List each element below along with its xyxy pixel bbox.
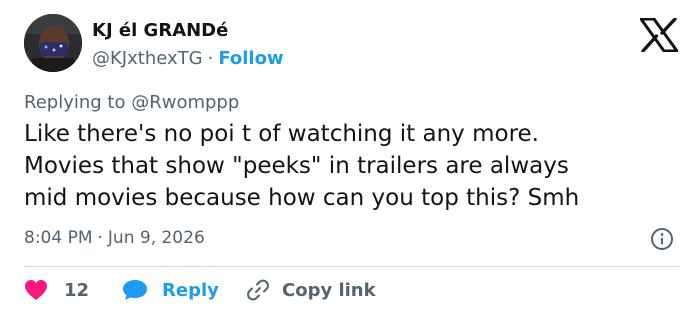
copy-link-button[interactable]: Copy link [246, 278, 376, 302]
like-count: 12 [64, 279, 90, 301]
heart-icon [25, 280, 47, 300]
x-logo-icon[interactable] [639, 17, 679, 53]
link-icon [247, 279, 269, 301]
handle-separator: · [207, 48, 214, 69]
tweet-card: KJ él GRANDé @KJxthexTG · Follow Replying … [0, 0, 700, 318]
copy-link-label: Copy link [282, 279, 376, 301]
divider [24, 266, 679, 267]
replying-mention[interactable]: @Rwomppp [131, 92, 239, 113]
tweet-text: Like there's no poi t of watching it any… [24, 118, 684, 214]
user-handle[interactable]: @KJxthexTG [92, 48, 203, 69]
tweet-text-line: mid movies because how can you top this?… [24, 185, 580, 211]
tweet-date: Jun 9, 2026 [107, 228, 205, 248]
reply-label: Reply [162, 279, 219, 301]
replying-to: Replying to @Rwomppp [24, 92, 239, 113]
replying-prefix: Replying to [24, 92, 126, 113]
timestamp-separator: · [97, 228, 103, 248]
info-icon[interactable] [650, 227, 674, 251]
speech-bubble-icon [123, 280, 147, 300]
tweet-text-line: Movies that show "peeks" in trailers are… [24, 153, 569, 179]
like-button[interactable]: 12 [24, 278, 89, 302]
avatar[interactable] [24, 14, 82, 72]
follow-button[interactable]: Follow [218, 48, 283, 69]
avatar-image [24, 14, 82, 72]
tweet-time: 8:04 PM [24, 228, 93, 248]
tweet-timestamp[interactable]: 8:04 PM · Jun 9, 2026 [24, 228, 205, 248]
display-name[interactable]: KJ él GRANDé [92, 20, 228, 41]
reply-button[interactable]: Reply [122, 278, 219, 302]
tweet-text-line: Like there's no poi t of watching it any… [24, 121, 539, 147]
handle-row: @KJxthexTG · Follow [92, 48, 284, 69]
